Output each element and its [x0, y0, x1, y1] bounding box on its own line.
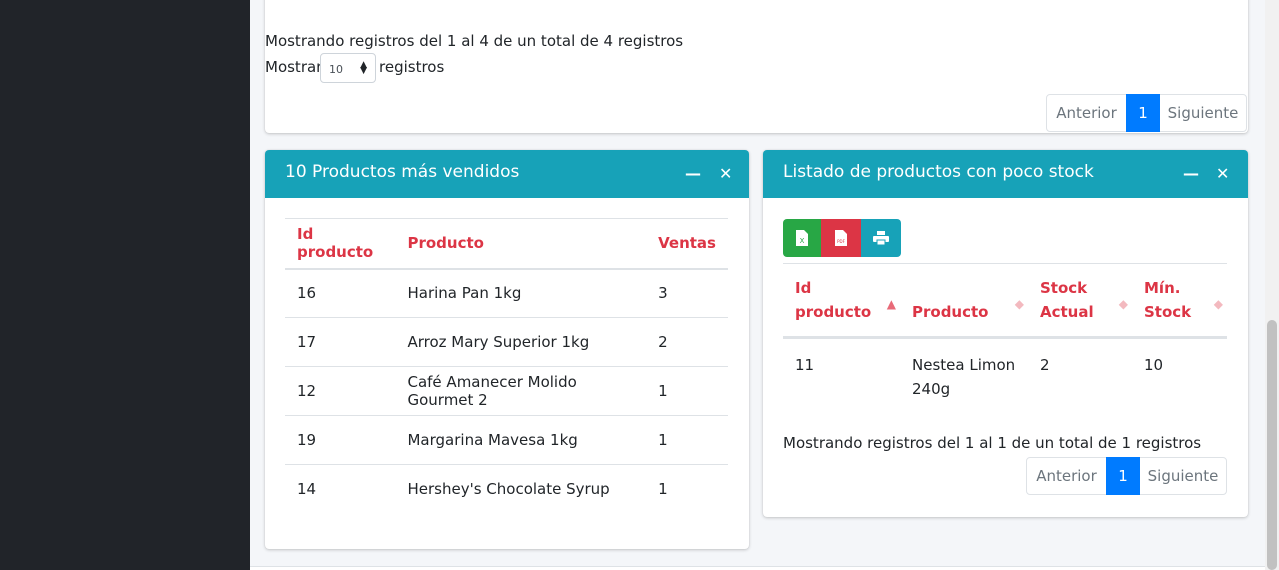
cell: 14 — [285, 464, 396, 514]
table-info: Mostrando registros del 1 al 1 de un tot… — [783, 434, 1202, 452]
print-icon — [873, 231, 889, 245]
cell: 17 — [285, 317, 396, 367]
collapse-icon[interactable]: — — [1183, 164, 1199, 183]
table-row: 14 Hershey's Chocolate Syrup 1 — [285, 464, 728, 514]
close-icon[interactable]: ✕ — [1216, 164, 1229, 183]
page-1-button[interactable]: 1 — [1126, 94, 1160, 132]
col-product[interactable]: Producto ◆ — [900, 263, 1028, 339]
prev-page-button[interactable]: Anterior — [1026, 457, 1107, 495]
page-length-select[interactable]: 10 ▲ ▼ — [320, 53, 376, 83]
page-1-button[interactable]: 1 — [1106, 457, 1140, 495]
prev-page-button[interactable]: Anterior — [1046, 94, 1127, 132]
top-products-table: Id producto Producto Ventas 16 Harina Pa… — [285, 218, 728, 514]
cell: 1 — [646, 464, 728, 514]
pdf-icon: PDF — [835, 230, 847, 246]
excel-icon: X — [796, 230, 808, 246]
close-icon[interactable]: ✕ — [719, 164, 732, 183]
table-row: 16 Harina Pan 1kg 3 — [285, 269, 728, 318]
table-header-row: Id producto ▲ Producto ◆ Stock Actual ◆ Mín… — [783, 263, 1227, 339]
cell: 3 — [658, 284, 668, 303]
next-page-button[interactable]: Siguiente — [1159, 94, 1247, 132]
svg-text:PDF: PDF — [837, 239, 845, 244]
next-page-button[interactable]: Siguiente — [1139, 457, 1227, 495]
table-header-row: Id producto Producto Ventas — [285, 218, 728, 270]
top-table-card: Mostrando registros del 1 al 4 de un tot… — [265, 0, 1248, 133]
svg-text:X: X — [800, 237, 805, 245]
cell: Harina Pan 1kg — [407, 284, 522, 303]
col-id[interactable]: Id producto — [285, 218, 396, 270]
records-label: registros — [379, 58, 445, 76]
cell: 11 — [795, 356, 815, 374]
col-product-label: Producto — [912, 303, 989, 321]
card-title: 10 Productos más vendidos — [285, 162, 520, 182]
col-min-stock-label: Mín. Stock — [1144, 279, 1192, 321]
show-label: Mostrar — [265, 58, 323, 76]
col-sales[interactable]: Ventas — [646, 218, 728, 270]
sidebar — [0, 0, 250, 570]
cell: 16 — [297, 284, 317, 303]
col-stock[interactable]: Stock Actual ◆ — [1028, 263, 1132, 339]
card-title: Listado de productos con poco stock — [783, 162, 1094, 182]
col-id[interactable]: Id producto ▲ — [783, 263, 900, 339]
col-product[interactable]: Producto — [395, 218, 647, 270]
cell: 10 — [1144, 356, 1164, 374]
page-length-value: 10 — [329, 63, 343, 76]
sort-asc-icon: ▲ — [886, 297, 896, 311]
table-info: Mostrando registros del 1 al 4 de un tot… — [265, 32, 684, 50]
sort-icon: ◆ — [1014, 297, 1024, 311]
table-row: 11 Nestea Limon 240g 2 10 — [783, 338, 1227, 416]
card-header: 10 Productos más vendidos — ✕ — [265, 150, 749, 198]
cell: 12 — [285, 366, 396, 416]
top-products-card: 10 Productos más vendidos — ✕ Id product… — [265, 150, 749, 549]
scrollbar-thumb[interactable] — [1267, 320, 1277, 570]
col-min-stock[interactable]: Mín. Stock ◆ — [1132, 263, 1227, 339]
export-buttons: X PDF — [783, 219, 901, 257]
cell: Nestea Limon 240g — [912, 356, 1016, 398]
cell: 1 — [646, 415, 728, 465]
cell: 2 — [1040, 356, 1050, 374]
cell: 1 — [646, 366, 728, 416]
sort-icon: ◆ — [1118, 297, 1128, 311]
cell: Hershey's Chocolate Syrup — [395, 464, 647, 514]
table-row: 17 Arroz Mary Superior 1kg 2 — [285, 317, 728, 367]
print-button[interactable] — [861, 219, 901, 257]
select-arrows-icon: ▲ ▼ — [360, 60, 367, 76]
excel-export-button[interactable]: X — [783, 219, 821, 257]
cell: Café Amanecer Molido Gourmet 2 — [395, 366, 647, 416]
pdf-export-button[interactable]: PDF — [821, 219, 861, 257]
pagination: Anterior 1 Siguiente — [1026, 457, 1227, 495]
pagination: Anterior 1 Siguiente — [1046, 94, 1247, 132]
scrollbar[interactable] — [1265, 0, 1279, 570]
sort-icon: ◆ — [1213, 297, 1223, 311]
card-header: Listado de productos con poco stock — ✕ — [763, 150, 1248, 198]
col-stock-label: Stock Actual — [1040, 279, 1094, 321]
cell: Margarina Mavesa 1kg — [395, 415, 647, 465]
cell: 19 — [285, 415, 396, 465]
table-row: 12 Café Amanecer Molido Gourmet 2 1 — [285, 366, 728, 416]
col-id-label: Id producto — [795, 279, 872, 321]
cell: 2 — [646, 317, 728, 367]
cell: Arroz Mary Superior 1kg — [395, 317, 647, 367]
low-stock-card: Listado de productos con poco stock — ✕ … — [763, 150, 1248, 517]
low-stock-table: Id producto ▲ Producto ◆ Stock Actual ◆ Mín… — [783, 263, 1227, 416]
collapse-icon[interactable]: — — [685, 164, 701, 183]
footer — [250, 566, 1265, 570]
table-row: 19 Margarina Mavesa 1kg 1 — [285, 415, 728, 465]
